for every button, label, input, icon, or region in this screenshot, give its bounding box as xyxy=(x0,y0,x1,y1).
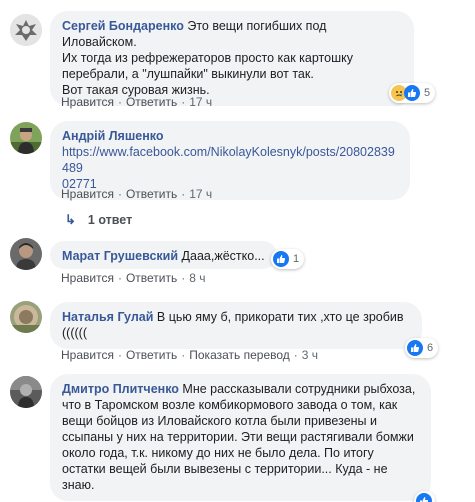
comment-text-line: знаю. xyxy=(62,478,95,492)
view-replies-link[interactable]: ↳ 1 ответ xyxy=(65,212,132,228)
comment-bubble: Дмитро Плитченко Мне рассказывали сотруд… xyxy=(50,374,431,501)
like-icon xyxy=(273,251,289,267)
comment-link[interactable]: https://www.facebook.com/NikolayKolesnyk… xyxy=(62,145,395,175)
comment-text-line: Их тогда из рефрежераторов просто как ка… xyxy=(62,51,353,65)
comment-text-line: ссыпаны у них на территории. Эти вещи ра… xyxy=(62,430,414,444)
reaction-summary[interactable]: 6 xyxy=(405,338,439,358)
reaction-count: 5 xyxy=(424,87,431,99)
reaction-summary[interactable]: 5 xyxy=(389,83,436,103)
like-button[interactable]: Нравится xyxy=(61,348,114,362)
reply-button[interactable]: Ответить xyxy=(126,271,177,285)
show-translation-button[interactable]: Показать перевод xyxy=(189,348,290,362)
comment-actions: Нравится · Ответить · 17 ч xyxy=(61,187,213,201)
comment-actions: Нравится · Ответить · Показать перевод · 3 ч xyxy=(61,348,319,362)
like-button[interactable]: Нравится xyxy=(61,187,114,201)
comment-bubble: Наталья Гулай В цью яму б, прикорати тих… xyxy=(50,302,422,349)
reply-button[interactable]: Ответить xyxy=(126,187,177,201)
comment-text-line: вещи бойцов из Иловайского котла были пр… xyxy=(62,414,377,428)
like-button[interactable]: Нравится xyxy=(61,95,114,109)
comment-author[interactable]: Дмитро Плитченко xyxy=(62,382,179,396)
avatar[interactable] xyxy=(10,14,42,46)
reaction-summary[interactable] xyxy=(414,491,435,502)
reaction-summary[interactable]: 1 xyxy=(271,249,305,269)
like-icon xyxy=(416,493,432,502)
reply-button[interactable]: Ответить xyxy=(126,348,177,362)
comment-author[interactable]: Наталья Гулай xyxy=(62,310,153,324)
comment-text-line: остатки вещей были вывезены с территории… xyxy=(62,462,388,476)
avatar[interactable] xyxy=(10,376,42,408)
comment-timestamp[interactable]: 17 ч xyxy=(189,95,212,109)
comment-text-line: (((((( xyxy=(62,326,87,340)
reaction-count: 6 xyxy=(427,342,434,354)
comment-timestamp[interactable]: 8 ч xyxy=(189,271,205,285)
comment-text-line: перебрали, а "лушпайки" выкинули вот так… xyxy=(62,67,314,81)
like-icon xyxy=(404,85,420,101)
comment-text-line: около года, т.к. никому до них не было д… xyxy=(62,446,374,460)
comment-text-line: В цью яму б, прикорати тих ,хто це зроби… xyxy=(156,310,404,324)
comment-author[interactable]: Марат Грушевский xyxy=(62,249,178,263)
comment-actions: Нравится · Ответить · 8 ч xyxy=(61,271,206,285)
avatar[interactable] xyxy=(10,301,42,333)
comment-author[interactable]: Андрій Ляшенко xyxy=(62,129,164,143)
reaction-count: 1 xyxy=(293,253,300,265)
comment-bubble: Марат Грушевский Дааа,жёстко... xyxy=(50,241,277,269)
comment-timestamp[interactable]: 17 ч xyxy=(189,187,212,201)
like-button[interactable]: Нравится xyxy=(61,271,114,285)
comment-text-line: Мне рассказывали сотрудники рыбхоза, xyxy=(182,382,416,396)
comment-text-line: что в Таромском возле комбикормового зав… xyxy=(62,398,398,412)
replies-count[interactable]: 1 ответ xyxy=(88,213,132,227)
comment-author[interactable]: Сергей Бондаренко xyxy=(62,19,184,33)
comment-actions: Нравится · Ответить · 17 ч xyxy=(61,95,213,109)
comment-bubble: Сергей Бондаренко Это вещи погибших под … xyxy=(50,11,414,106)
avatar[interactable] xyxy=(10,122,42,154)
comment-timestamp[interactable]: 3 ч xyxy=(302,348,318,362)
comment-text: Дааа,жёстко... xyxy=(181,249,265,263)
reply-button[interactable]: Ответить xyxy=(126,95,177,109)
reply-arrow-icon: ↳ xyxy=(65,212,76,227)
avatar[interactable] xyxy=(10,238,42,270)
like-icon xyxy=(407,340,423,356)
